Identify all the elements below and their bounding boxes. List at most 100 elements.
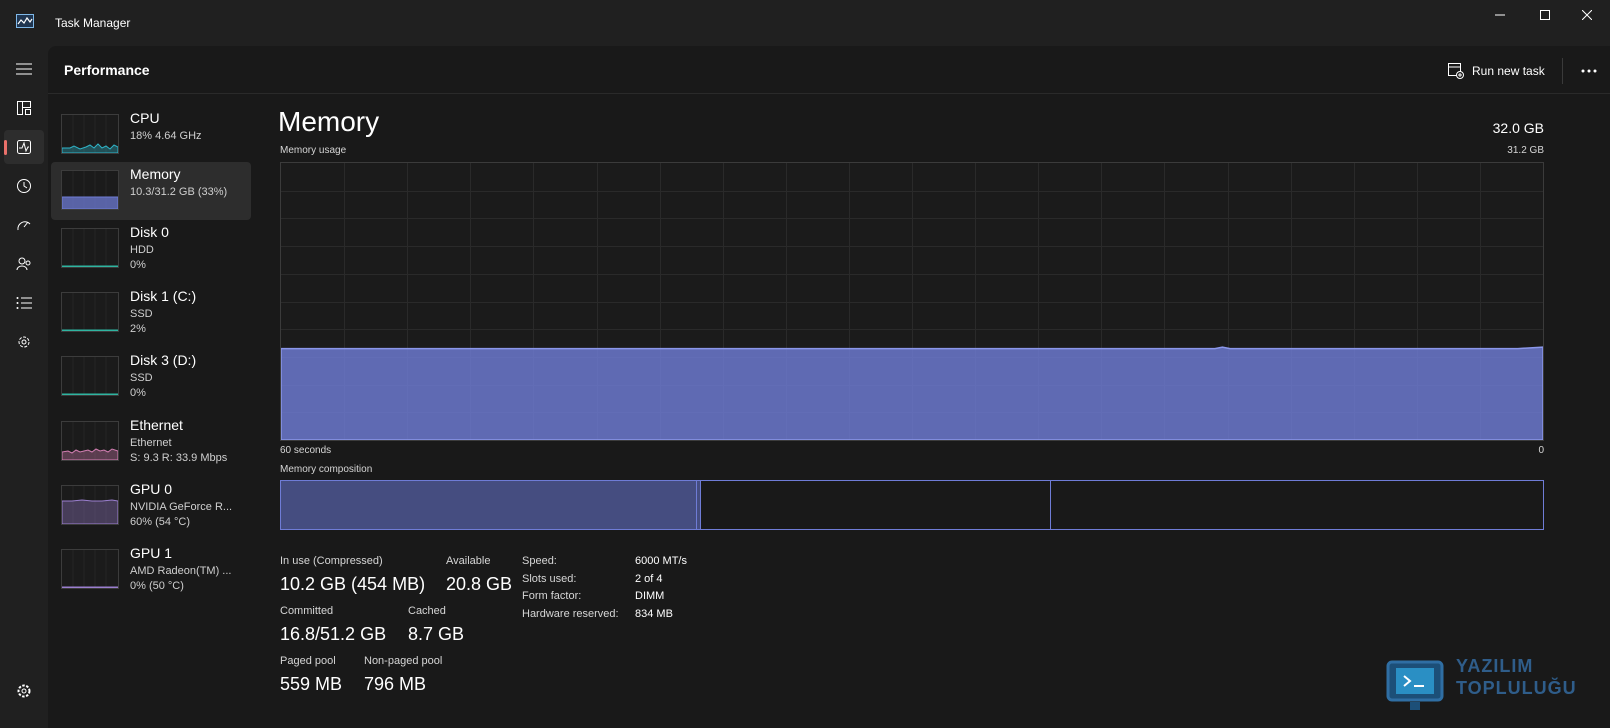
device-name: GPU 1 xyxy=(130,545,173,561)
device-utilization: 0% xyxy=(130,387,146,399)
nav-app-history[interactable] xyxy=(4,169,44,203)
title-bar: Task Manager xyxy=(0,0,1610,46)
committed-value: 16.8/51.2 GB xyxy=(280,624,387,644)
device-sparkline xyxy=(62,293,118,331)
device-item-disk-1[interactable]: Disk 1 (C:) SSD 2% xyxy=(51,284,251,342)
in-use-label: In use (Compressed) xyxy=(280,555,383,567)
device-detail: SSD xyxy=(130,308,153,320)
nav-settings[interactable] xyxy=(4,674,44,708)
device-thumbnail xyxy=(61,228,119,268)
device-detail: NVIDIA GeForce R... xyxy=(130,501,233,513)
device-sparkline xyxy=(62,486,118,524)
device-thumbnail xyxy=(61,549,119,589)
form-factor-label: Form factor: xyxy=(522,590,582,602)
nav-startup-apps[interactable] xyxy=(4,208,44,242)
speed-label: Speed: xyxy=(522,555,557,567)
menu-icon xyxy=(16,63,32,75)
paged-pool-label: Paged pool xyxy=(280,655,336,667)
composition-standby xyxy=(701,481,1051,529)
maximize-button[interactable] xyxy=(1522,0,1568,30)
users-icon xyxy=(16,257,31,271)
minimize-icon xyxy=(1495,14,1505,16)
memory-usage-area xyxy=(280,346,1544,441)
watermark: YAZILIM TOPLULUĞU xyxy=(1382,652,1610,722)
graph-time-end: 0 xyxy=(1538,445,1544,456)
page-title: Performance xyxy=(64,62,150,78)
speed-value: 6000 MT/s xyxy=(635,555,687,567)
device-utilization: 0% xyxy=(130,259,146,271)
task-manager-app-icon xyxy=(16,14,34,28)
nav-details[interactable] xyxy=(4,286,44,320)
nav-processes[interactable] xyxy=(4,91,44,125)
device-utilization: 60% (54 °C) xyxy=(130,516,191,528)
device-sparkline xyxy=(62,550,118,588)
details-icon xyxy=(16,297,32,309)
window-title: Task Manager xyxy=(55,16,131,30)
device-item-cpu[interactable]: CPU 18% 4.64 GHz xyxy=(51,106,251,164)
slots-used-value: 2 of 4 xyxy=(635,573,663,585)
device-sparkline xyxy=(62,229,118,267)
device-detail: HDD xyxy=(130,244,154,256)
memory-total: 32.0 GB xyxy=(1492,120,1544,136)
memory-composition-bar xyxy=(280,480,1544,530)
processes-icon xyxy=(17,101,31,115)
device-item-disk-0[interactable]: Disk 0 HDD 0% xyxy=(51,220,251,278)
cached-label: Cached xyxy=(408,605,446,617)
minimize-button[interactable] xyxy=(1477,0,1523,30)
memory-usage-label: Memory usage xyxy=(280,145,347,156)
watermark-line2: TOPLULUĞU xyxy=(1456,678,1577,698)
device-sparkline xyxy=(62,115,118,153)
run-task-icon xyxy=(1448,63,1464,79)
device-item-ethernet[interactable]: Ethernet Ethernet S: 9.3 R: 33.9 Mbps xyxy=(51,413,251,471)
device-name: Disk 3 (D:) xyxy=(130,352,197,368)
in-use-value: 10.2 GB (454 MB) xyxy=(280,574,426,594)
memory-usage-chart xyxy=(280,163,1544,441)
header-divider xyxy=(1562,58,1563,84)
device-detail: 18% 4.64 GHz xyxy=(130,130,202,142)
run-new-task-button[interactable]: Run new task xyxy=(1442,58,1551,84)
maximize-icon xyxy=(1540,10,1550,20)
settings-icon xyxy=(17,684,31,698)
hardware-reserved-value: 834 MB xyxy=(635,608,673,620)
device-thumbnail xyxy=(61,485,119,525)
page-header: Performance Run new task xyxy=(48,46,1610,94)
composition-in-use xyxy=(281,481,697,529)
startup-apps-icon xyxy=(17,221,31,231)
cached-value: 8.7 GB xyxy=(408,624,465,644)
nav-services[interactable] xyxy=(4,325,44,359)
device-detail: 10.3/31.2 GB (33%) xyxy=(130,186,228,198)
memory-usage-graph xyxy=(280,162,1544,441)
device-item-gpu-1[interactable]: GPU 1 AMD Radeon(TM) ... 0% (50 °C) xyxy=(51,541,251,599)
run-new-task-label: Run new task xyxy=(1472,64,1545,78)
device-item-gpu-0[interactable]: GPU 0 NVIDIA GeForce R... 60% (54 °C) xyxy=(51,477,251,535)
performance-icon xyxy=(17,140,31,154)
hamburger-menu-button[interactable] xyxy=(4,52,44,86)
device-utilization: S: 9.3 R: 33.9 Mbps xyxy=(130,452,228,464)
non-paged-pool-value: 796 MB xyxy=(364,674,427,694)
close-icon xyxy=(1582,10,1592,20)
more-options-button[interactable] xyxy=(1574,58,1604,84)
device-item-disk-3[interactable]: Disk 3 (D:) SSD 0% xyxy=(51,348,251,406)
slots-used-label: Slots used: xyxy=(522,573,577,585)
watermark-line1: YAZILIM xyxy=(1456,656,1534,676)
device-thumbnail xyxy=(61,421,119,461)
nav-performance[interactable] xyxy=(4,130,44,164)
device-name: CPU xyxy=(130,110,160,126)
device-thumbnail xyxy=(61,170,119,210)
device-name: Memory xyxy=(130,166,181,182)
watermark-logo-icon xyxy=(1386,660,1444,710)
paged-pool-value: 559 MB xyxy=(280,674,343,694)
device-thumbnail xyxy=(61,292,119,332)
app-history-icon xyxy=(17,179,31,193)
close-button[interactable] xyxy=(1564,0,1610,30)
device-detail: Ethernet xyxy=(130,437,172,449)
device-detail: SSD xyxy=(130,372,153,384)
services-icon xyxy=(18,336,30,348)
nav-users[interactable] xyxy=(4,247,44,281)
device-detail: AMD Radeon(TM) ... xyxy=(130,565,232,577)
non-paged-pool-label: Non-paged pool xyxy=(364,655,443,667)
device-name: GPU 0 xyxy=(130,481,173,497)
device-item-memory[interactable]: Memory 10.3/31.2 GB (33%) xyxy=(51,162,251,220)
device-name: Ethernet xyxy=(130,417,183,433)
navigation-rail xyxy=(0,46,48,728)
